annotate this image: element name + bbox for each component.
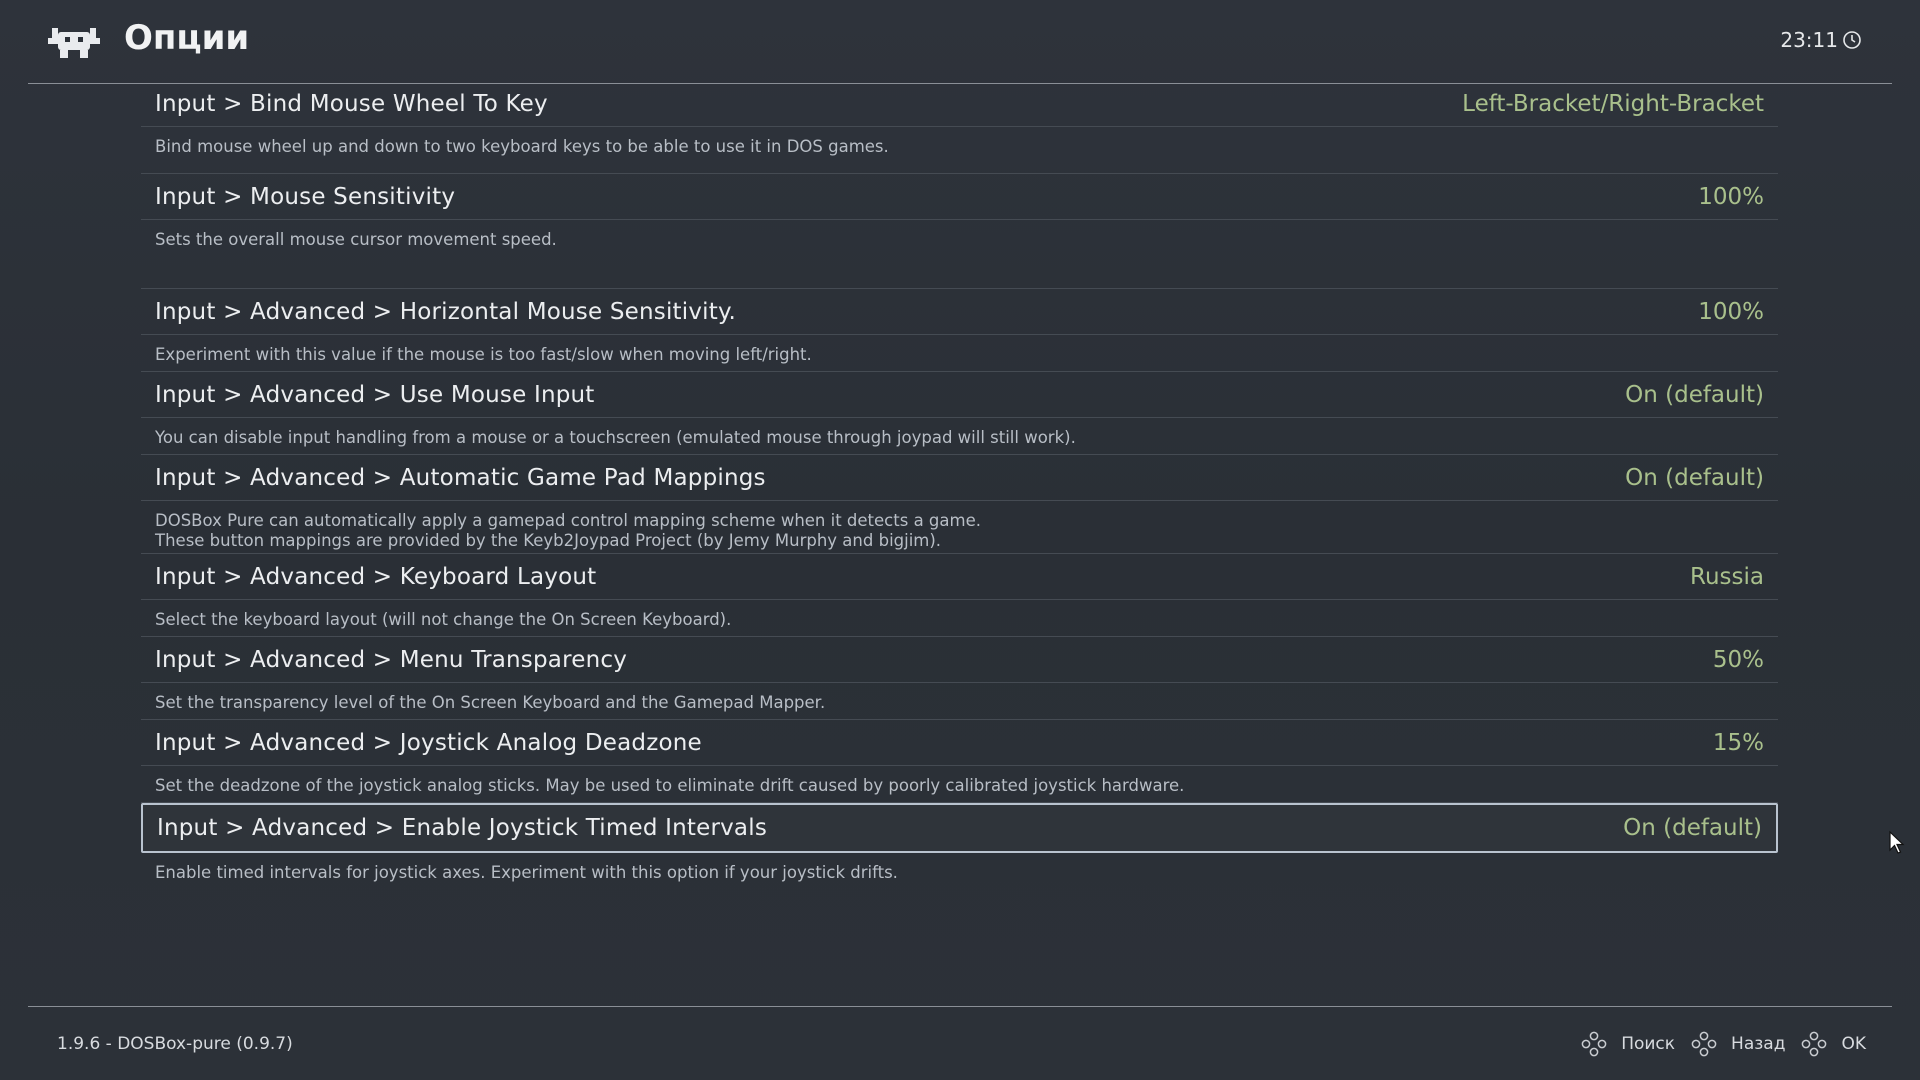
option-description-line: Bind mouse wheel up and down to two keyb… (155, 137, 889, 156)
option-label: Input > Advanced > Use Mouse Input (155, 381, 595, 408)
footer-action-поиск[interactable]: Поиск (1581, 1031, 1675, 1057)
footer-action-ok[interactable]: OK (1801, 1031, 1866, 1057)
option-description-line: Set the transparency level of the On Scr… (155, 693, 826, 712)
option-description: Set the deadzone of the joystick analog … (141, 766, 1778, 803)
option-row[interactable]: Input > Advanced > Horizontal Mouse Sens… (141, 289, 1778, 335)
option-description: Sets the overall mouse cursor movement s… (141, 220, 1778, 289)
option-description: Enable timed intervals for joystick axes… (141, 853, 1778, 893)
footer-action-label: Поиск (1621, 1034, 1676, 1054)
option-value: On (default) (1625, 381, 1764, 408)
option-row[interactable]: Input > Bind Mouse Wheel To Key Left-Brac… (141, 81, 1778, 127)
option-value: 100% (1698, 183, 1764, 210)
option-label: Input > Advanced > Automatic Game Pad Ma… (155, 464, 766, 491)
option-description: Experiment with this value if the mouse … (141, 335, 1778, 372)
option-description: DOSBox Pure can automatically apply a ga… (141, 501, 1778, 554)
option-description-line: Experiment with this value if the mouse … (155, 345, 812, 364)
options-list: Input > Bind Mouse Wheel To Key Left-Brac… (141, 81, 1778, 893)
footer-action-label: OK (1841, 1034, 1866, 1054)
option-value: On (default) (1623, 815, 1762, 841)
option-value: 50% (1712, 646, 1764, 673)
option-label: Input > Advanced > Keyboard Layout (155, 563, 597, 590)
option-label: Input > Advanced > Enable Joystick Timed… (157, 815, 767, 841)
option-entry[interactable]: Input > Advanced > Menu Transparency 50% S… (141, 637, 1778, 720)
clock-icon (1843, 31, 1861, 49)
option-row[interactable]: Input > Advanced > Joystick Analog Deadz… (141, 720, 1778, 766)
option-row[interactable]: Input > Advanced > Menu Transparency 50% (141, 637, 1778, 683)
option-entry[interactable]: Input > Bind Mouse Wheel To Key Left-Brac… (141, 81, 1778, 174)
footer-bar: 1.9.6 - DOSBox-pure (0.9.7) Поиск Назад OK (28, 1006, 1892, 1080)
option-value: Left-Bracket/Right-Bracket (1462, 90, 1764, 117)
option-label: Input > Mouse Sensitivity (155, 183, 456, 210)
gamepad-buttons-icon (1581, 1031, 1607, 1057)
footer-actions: Поиск Назад OK (1565, 1031, 1866, 1057)
option-value: On (default) (1625, 464, 1764, 491)
option-entry[interactable]: Input > Advanced > Use Mouse Input On (de… (141, 372, 1778, 455)
option-description: Bind mouse wheel up and down to two keyb… (141, 127, 1778, 174)
footer-action-назад[interactable]: Назад (1691, 1031, 1785, 1057)
version-label: 1.9.6 - DOSBox-pure (0.9.7) (57, 1034, 293, 1054)
gamepad-buttons-icon (1691, 1031, 1717, 1057)
retroarch-logo-icon (48, 28, 100, 58)
option-row[interactable]: Input > Advanced > Use Mouse Input On (de… (141, 372, 1778, 418)
option-value: Russia (1690, 563, 1764, 590)
option-description-line: These button mappings are provided by th… (155, 531, 942, 550)
header-bar: Опции 23:11 (28, 0, 1892, 84)
option-value: 100% (1698, 298, 1764, 325)
option-label: Input > Bind Mouse Wheel To Key (155, 90, 548, 117)
option-entry[interactable]: Input > Advanced > Enable Joystick Timed… (141, 803, 1778, 893)
option-description-line: Select the keyboard layout (will not cha… (155, 610, 732, 629)
option-entry[interactable]: Input > Advanced > Joystick Analog Deadz… (141, 720, 1778, 803)
option-row[interactable]: Input > Advanced > Keyboard Layout Russia (141, 554, 1778, 600)
option-description-line: DOSBox Pure can automatically apply a ga… (155, 511, 981, 530)
option-description: Set the transparency level of the On Scr… (141, 683, 1778, 720)
option-description: You can disable input handling from a mo… (141, 418, 1778, 455)
mouse-cursor-icon (1889, 830, 1905, 854)
option-label: Input > Advanced > Horizontal Mouse Sens… (155, 298, 737, 325)
option-value: 15% (1712, 729, 1764, 756)
option-label: Input > Advanced > Menu Transparency (155, 646, 628, 673)
option-row[interactable]: Input > Advanced > Enable Joystick Timed… (141, 803, 1778, 853)
option-description: Select the keyboard layout (will not cha… (141, 600, 1778, 637)
option-entry[interactable]: Input > Advanced > Keyboard Layout Russia… (141, 554, 1778, 637)
gamepad-buttons-icon (1802, 1031, 1827, 1057)
option-entry[interactable]: Input > Mouse Sensitivity 100% Sets the ov… (141, 174, 1778, 289)
option-label: Input > Advanced > Joystick Analog Deadz… (155, 729, 702, 756)
footer-action-label: Назад (1731, 1034, 1786, 1054)
option-row[interactable]: Input > Advanced > Automatic Game Pad Ma… (141, 455, 1778, 501)
option-entry[interactable]: Input > Advanced > Automatic Game Pad Ma… (141, 455, 1778, 554)
clock: 23:11 (1780, 28, 1862, 52)
option-description-line: Enable timed intervals for joystick axes… (155, 863, 898, 882)
option-description-line: Sets the overall mouse cursor movement s… (155, 230, 557, 249)
option-row[interactable]: Input > Mouse Sensitivity 100% (141, 174, 1778, 220)
option-entry[interactable]: Input > Advanced > Horizontal Mouse Sens… (141, 289, 1778, 372)
option-description-line: You can disable input handling from a mo… (155, 428, 1076, 447)
option-description-line: Set the deadzone of the joystick analog … (155, 776, 1185, 795)
clock-time: 23:11 (1780, 28, 1838, 52)
page-title: Опции (124, 18, 250, 58)
